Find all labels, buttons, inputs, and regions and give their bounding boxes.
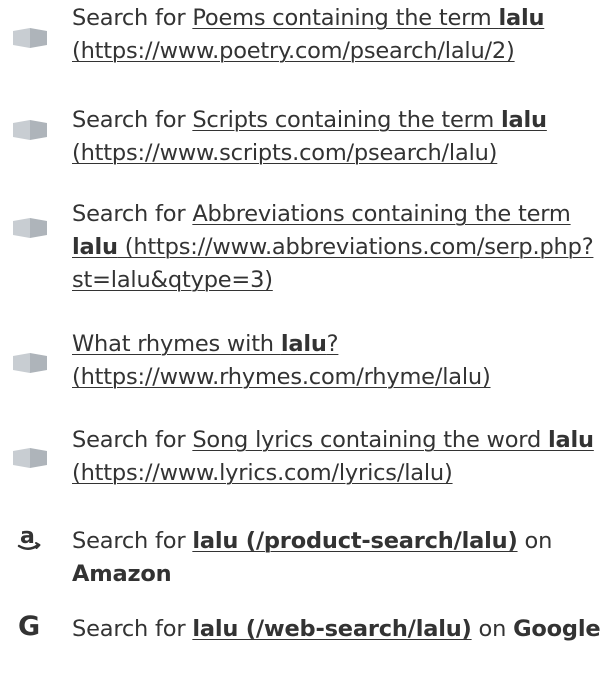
svg-text:G: G: [18, 612, 40, 640]
google-icon: G: [12, 612, 48, 640]
book-icon: [12, 351, 48, 375]
svg-text:a: a: [20, 526, 35, 549]
book-icon: [12, 446, 48, 470]
brand-name: Google: [513, 616, 601, 642]
item-prefix: Search for: [72, 528, 193, 554]
item-prefix: Search for: [72, 616, 193, 642]
rhymes-search-link[interactable]: What rhymes with lalu?: [72, 331, 339, 357]
brand-name: Amazon: [72, 561, 172, 587]
item-prefix: Search for: [72, 107, 193, 133]
book-icon: [12, 216, 48, 240]
amazon-icon: a: [12, 526, 48, 551]
item-prefix: Search for: [72, 201, 193, 227]
item-prefix: Search for: [72, 427, 193, 453]
rhymes-url-link[interactable]: (https://www.rhymes.com/rhyme/lalu): [72, 364, 491, 390]
book-icon: [12, 118, 48, 142]
item-prefix: Search for: [72, 5, 193, 31]
amazon-product-search-link[interactable]: lalu (/product-search/lalu): [192, 528, 517, 554]
book-icon: [12, 26, 48, 50]
google-web-search-link[interactable]: lalu (/web-search/lalu): [192, 616, 471, 642]
